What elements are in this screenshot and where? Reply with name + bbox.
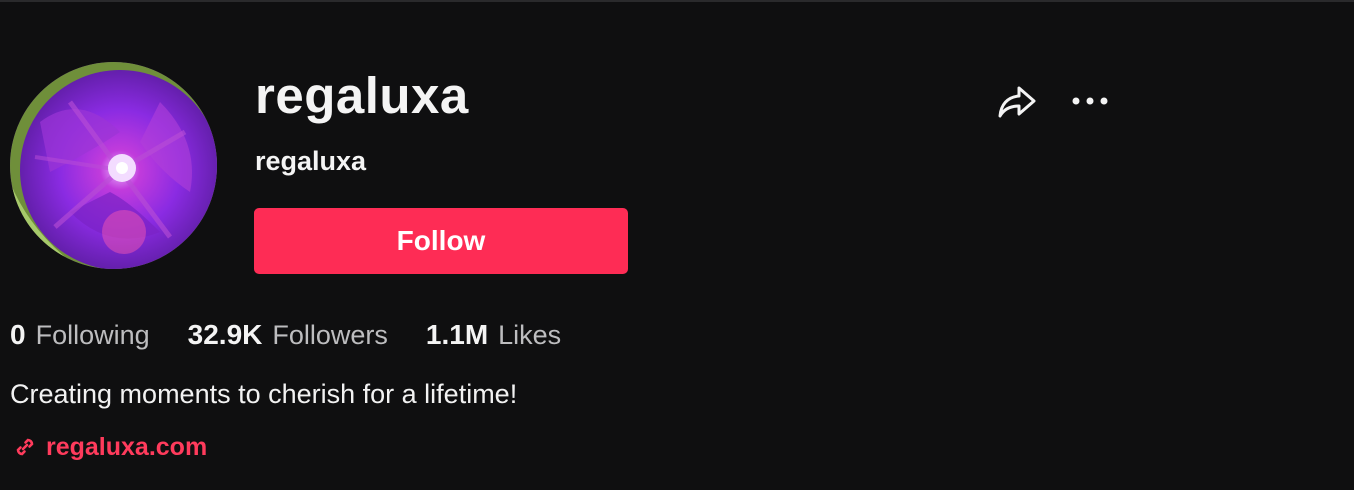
stat-likes: 1.1M Likes (426, 319, 561, 351)
avatar[interactable] (10, 62, 217, 269)
stat-value: 32.9K (187, 319, 263, 350)
stat-following[interactable]: 0 Following (10, 319, 150, 351)
stats-bar: 0 Following 32.9K Followers 1.1M Likes (10, 319, 599, 359)
website-link[interactable]: regaluxa.com (12, 430, 207, 464)
bio-text: Creating moments to cherish for a lifeti… (10, 379, 518, 409)
stat-followers[interactable]: 32.9K Followers (188, 319, 388, 351)
share-button[interactable] (994, 82, 1040, 122)
follow-button[interactable]: Follow (254, 208, 628, 274)
more-dots-icon (1072, 97, 1108, 105)
stat-label: Followers (272, 320, 388, 350)
stat-value: 0 (10, 319, 26, 350)
link-icon (16, 438, 34, 456)
share-arrow-icon (998, 86, 1036, 118)
stat-value: 1.1M (425, 319, 489, 350)
stat-label: Likes (498, 320, 562, 350)
flower-avatar-image (10, 62, 217, 269)
display-name: regaluxa (255, 67, 469, 124)
profile-header: regaluxa regaluxa Follow 0 Following 32.… (0, 0, 1354, 490)
website-link-text: regaluxa.com (46, 432, 208, 461)
stat-label: Following (35, 320, 150, 350)
username: regaluxa (255, 146, 367, 176)
more-options-button[interactable] (1066, 84, 1114, 118)
